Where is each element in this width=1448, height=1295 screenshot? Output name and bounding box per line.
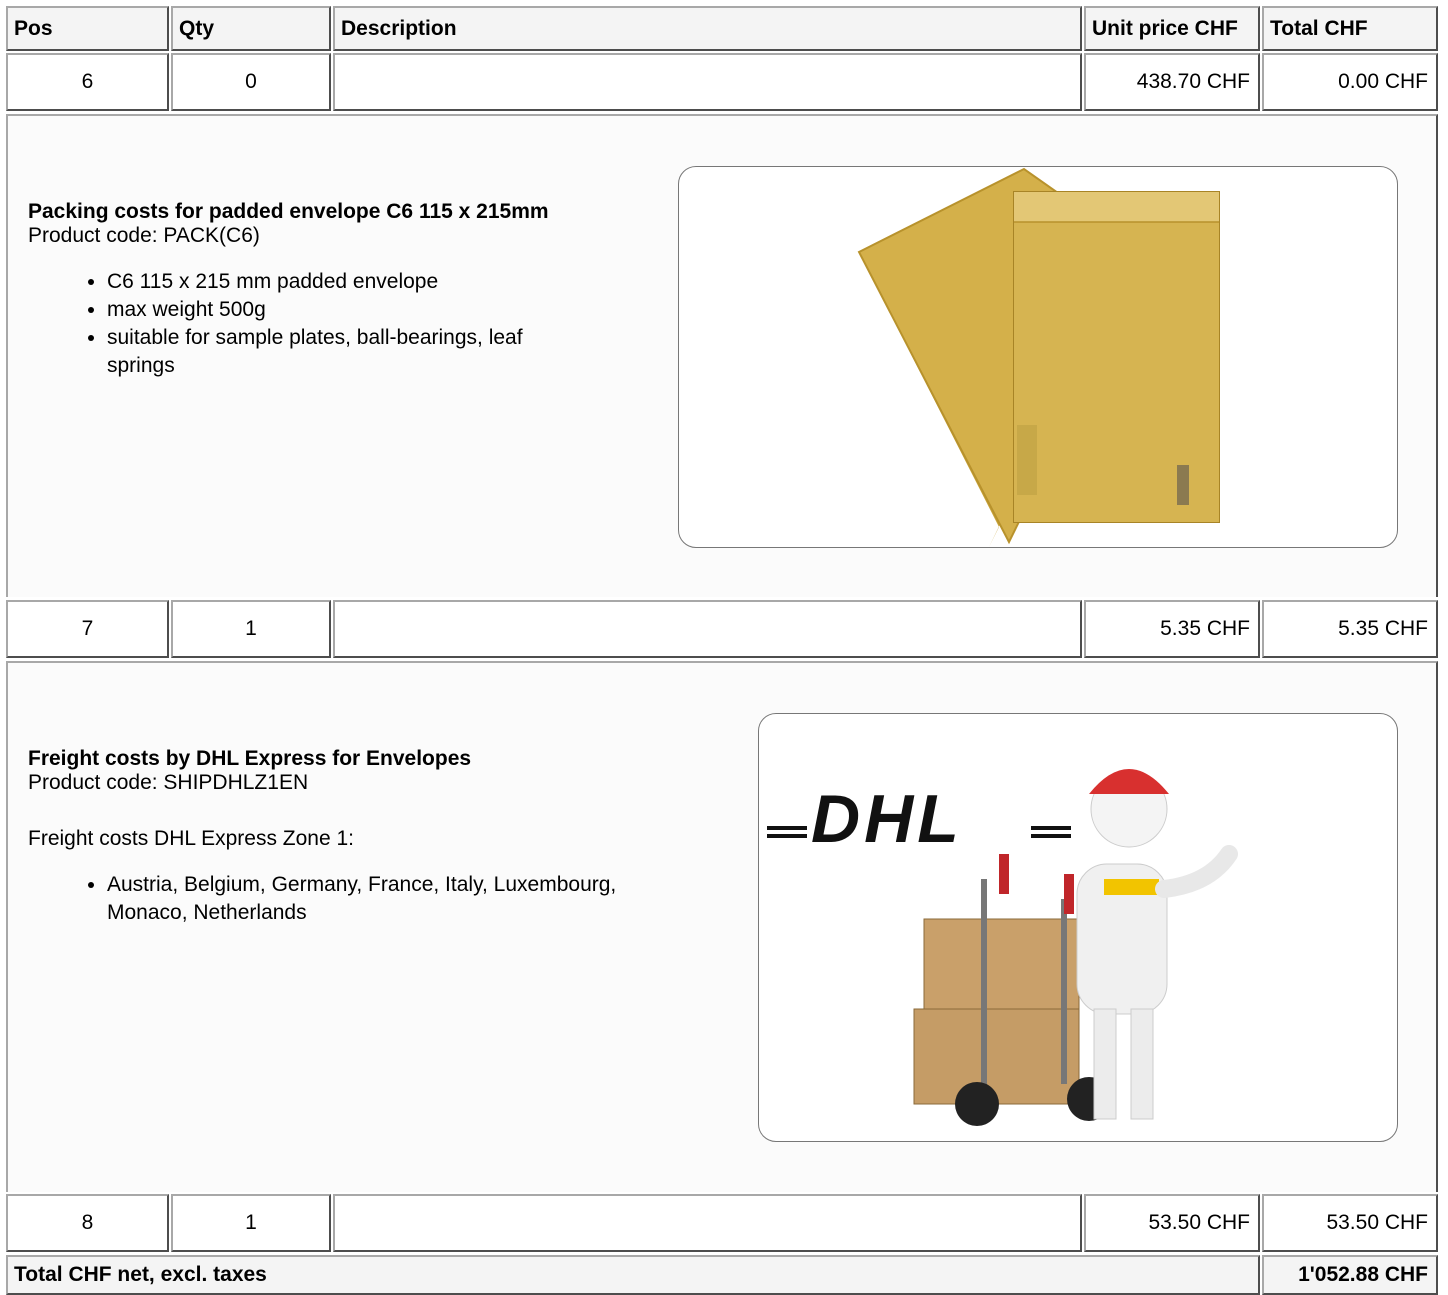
list-item: suitable for sample plates, ball-bearing… xyxy=(107,324,577,380)
row-qty-value: 1 xyxy=(245,1211,257,1234)
total-value: 1'052.88 CHF xyxy=(1298,1263,1428,1286)
row-unit-price: 438.70 CHF xyxy=(1084,53,1260,111)
item-intro: Freight costs DHL Express Zone 1: xyxy=(28,827,355,850)
header-unit-price: Unit price CHF xyxy=(1084,6,1260,51)
row-description xyxy=(333,600,1082,658)
row-qty-value: 0 xyxy=(245,70,257,93)
header-total-label: Total CHF xyxy=(1270,16,1368,40)
row-qty: 1 xyxy=(171,600,331,658)
row-pos: 8 xyxy=(6,1194,169,1252)
item-description-block: Packing costs for padded envelope C6 115… xyxy=(6,114,1438,597)
product-image-dhl: DHL xyxy=(758,713,1398,1142)
product-image-envelope xyxy=(678,166,1398,548)
row-unit-price-value: 5.35 CHF xyxy=(1160,617,1250,640)
row-unit-price: 5.35 CHF xyxy=(1084,600,1260,658)
header-unit-price-label: Unit price CHF xyxy=(1092,16,1238,40)
item-description-block: Freight costs by DHL Express for Envelop… xyxy=(6,661,1438,1192)
row-qty: 1 xyxy=(171,1194,331,1252)
row-total-value: 53.50 CHF xyxy=(1326,1211,1428,1234)
item-product-code: Product code: SHIPDHLZ1EN xyxy=(28,771,309,794)
row-description xyxy=(333,53,1082,111)
row-pos-value: 7 xyxy=(81,617,94,640)
row-total-value: 5.35 CHF xyxy=(1338,617,1428,640)
item-bullet-list: Austria, Belgium, Germany, France, Italy… xyxy=(28,871,667,927)
row-unit-price: 53.50 CHF xyxy=(1084,1194,1260,1252)
row-pos: 6 xyxy=(6,53,169,111)
header-description-label: Description xyxy=(341,16,457,40)
row-qty: 0 xyxy=(171,53,331,111)
header-qty-label: Qty xyxy=(179,16,215,40)
row-total: 53.50 CHF xyxy=(1262,1194,1438,1252)
row-pos-value: 8 xyxy=(81,1211,94,1234)
header-qty: Qty xyxy=(171,6,331,51)
row-total: 0.00 CHF xyxy=(1262,53,1438,111)
total-value-cell: 1'052.88 CHF xyxy=(1262,1255,1438,1295)
list-item: C6 115 x 215 mm padded envelope xyxy=(107,268,577,296)
row-pos-value: 6 xyxy=(81,70,94,93)
dhl-courier-image: DHL xyxy=(767,769,1238,1126)
header-total: Total CHF xyxy=(1262,6,1438,51)
header-pos-label: Pos xyxy=(14,16,53,40)
row-total-value: 0.00 CHF xyxy=(1338,70,1428,93)
item-bullet-list: C6 115 x 215 mm padded envelope max weig… xyxy=(28,268,577,380)
total-label: Total CHF net, excl. taxes xyxy=(14,1263,267,1286)
padded-envelope-image xyxy=(857,167,1220,547)
row-unit-price-value: 438.70 CHF xyxy=(1136,70,1250,93)
item-product-code: Product code: PACK(C6) xyxy=(28,224,260,247)
row-total: 5.35 CHF xyxy=(1262,600,1438,658)
header-description: Description xyxy=(333,6,1082,51)
dhl-logo-text: DHL xyxy=(811,781,963,857)
list-item: max weight 500g xyxy=(107,296,577,324)
item-title: Freight costs by DHL Express for Envelop… xyxy=(28,747,472,770)
row-description xyxy=(333,1194,1082,1252)
row-pos: 7 xyxy=(6,600,169,658)
header-pos: Pos xyxy=(6,6,169,51)
row-unit-price-value: 53.50 CHF xyxy=(1148,1211,1250,1234)
total-label-cell: Total CHF net, excl. taxes xyxy=(6,1255,1260,1295)
list-item: Austria, Belgium, Germany, France, Italy… xyxy=(107,871,667,927)
item-title: Packing costs for padded envelope C6 115… xyxy=(28,200,549,223)
row-qty-value: 1 xyxy=(245,617,257,640)
